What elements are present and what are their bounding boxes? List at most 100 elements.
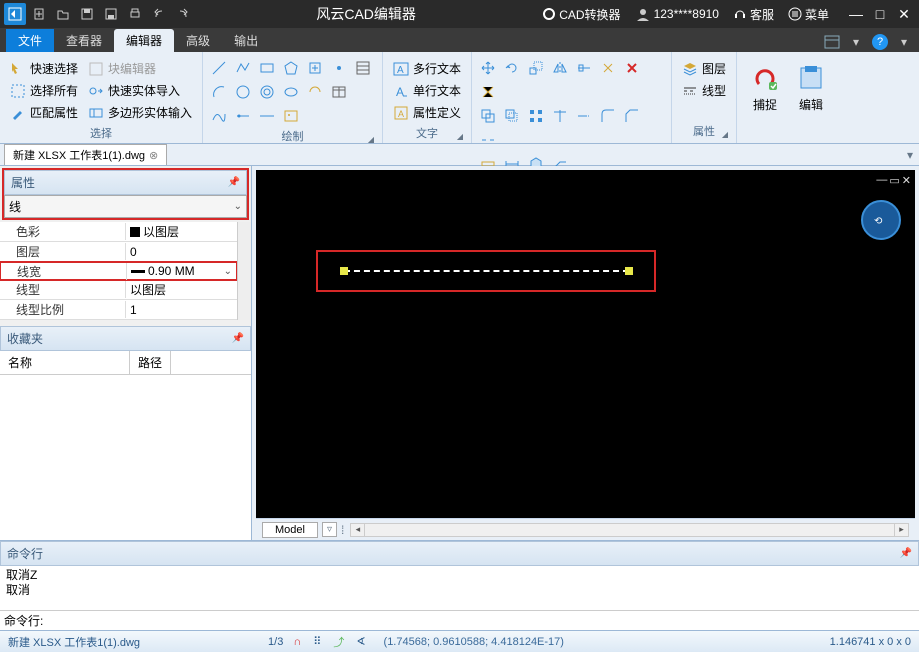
redo-button[interactable]	[172, 3, 194, 25]
pin-icon[interactable]: 📌	[900, 548, 912, 559]
insert-icon[interactable]	[305, 58, 325, 78]
hatch-icon[interactable]	[353, 58, 373, 78]
view-cube[interactable]: ⟲	[861, 200, 901, 240]
pin-icon[interactable]: 📌	[232, 333, 244, 344]
col-path[interactable]: 路径	[130, 351, 171, 374]
drawing-canvas[interactable]: — ▭ ✕ ⟲	[256, 170, 915, 518]
mirror-icon[interactable]	[550, 58, 570, 78]
arc3-icon[interactable]	[305, 82, 325, 102]
menu-button[interactable]: 菜单	[784, 4, 833, 25]
spline-icon[interactable]	[209, 106, 229, 126]
offset-icon[interactable]	[502, 106, 522, 126]
copy-icon[interactable]	[478, 106, 498, 126]
scroll-right-icon[interactable]: ▸	[894, 524, 908, 536]
prop-row-lineweight[interactable]: 线宽 0.90 MM⌄	[0, 261, 238, 281]
snap-button[interactable]: 捕捉	[743, 58, 787, 117]
smash-icon[interactable]	[478, 82, 498, 102]
tab-file[interactable]: 文件	[6, 29, 54, 52]
array-icon[interactable]	[526, 106, 546, 126]
tab-viewer[interactable]: 查看器	[54, 29, 114, 52]
point-icon[interactable]	[329, 58, 349, 78]
quick-select-button[interactable]: 快速选择	[6, 58, 82, 79]
document-tab[interactable]: 新建 XLSX 工作表1(1).dwg ⊗	[4, 144, 167, 165]
chevron-down-icon[interactable]: ⌄	[224, 266, 232, 277]
print-button[interactable]	[124, 3, 146, 25]
maximize-button[interactable]: □	[869, 3, 891, 25]
polyline-icon[interactable]	[233, 58, 253, 78]
canvas-close-icon[interactable]: ✕	[902, 174, 911, 187]
new-button[interactable]	[28, 3, 50, 25]
cad-converter-button[interactable]: CAD转换器	[538, 4, 624, 25]
trim-icon[interactable]	[550, 106, 570, 126]
layout-icon[interactable]	[821, 32, 843, 52]
extend-icon[interactable]	[574, 106, 594, 126]
scroll-left-icon[interactable]: ◂	[351, 524, 365, 536]
layout-dropdown[interactable]: ▿	[322, 522, 337, 537]
fillet-icon[interactable]	[598, 106, 618, 126]
erase-icon[interactable]	[622, 58, 642, 78]
ring-icon[interactable]	[257, 82, 277, 102]
move-icon[interactable]	[478, 58, 498, 78]
multiline-text-button[interactable]: A多行文本	[389, 58, 465, 79]
close-button[interactable]: ✕	[893, 3, 915, 25]
align-icon[interactable]	[574, 58, 594, 78]
document-tab-close[interactable]: ⊗	[149, 149, 158, 162]
line-icon[interactable]	[209, 58, 229, 78]
linetype-button[interactable]: 线型	[678, 80, 730, 101]
rotate-icon[interactable]	[502, 58, 522, 78]
undo-button[interactable]	[148, 3, 170, 25]
saveas-button[interactable]	[100, 3, 122, 25]
prop-row-linetype[interactable]: 线型 以图层	[0, 280, 237, 300]
xline-icon[interactable]	[257, 106, 277, 126]
ellipse-icon[interactable]	[281, 82, 301, 102]
drawn-line[interactable]	[344, 270, 629, 272]
user-account[interactable]: 123****8910	[631, 4, 723, 24]
image-icon[interactable]	[281, 106, 301, 126]
scale-icon[interactable]	[526, 58, 546, 78]
properties-selector[interactable]: 线 ⌄	[4, 195, 247, 218]
circle-icon[interactable]	[233, 82, 253, 102]
help-button[interactable]: ?	[869, 32, 891, 52]
snap-toggle-icon[interactable]: ∩	[291, 636, 303, 648]
open-button[interactable]	[52, 3, 74, 25]
table-icon[interactable]	[329, 82, 349, 102]
canvas-min-icon[interactable]: —	[876, 174, 887, 187]
polar-toggle-icon[interactable]: ∢	[354, 635, 367, 648]
prop-row-color[interactable]: 色彩 以图层	[0, 222, 237, 242]
horizontal-scrollbar[interactable]: ◂ ▸	[350, 523, 909, 537]
layer-button[interactable]: 图层	[678, 58, 730, 79]
minimize-button[interactable]: —	[845, 3, 867, 25]
group-text-expand[interactable]: ◢	[457, 132, 463, 141]
command-input[interactable]	[47, 612, 919, 630]
app-menu-button[interactable]	[4, 3, 26, 25]
break-icon[interactable]	[478, 130, 498, 150]
tab-advanced[interactable]: 高级	[174, 29, 222, 52]
col-name[interactable]: 名称	[0, 351, 130, 374]
polygon-icon[interactable]	[281, 58, 301, 78]
support-button[interactable]: 客服	[729, 4, 778, 25]
chevron-down-icon[interactable]: ⌄	[234, 201, 242, 212]
arc-icon[interactable]	[209, 82, 229, 102]
chamfer-icon[interactable]	[622, 106, 642, 126]
group-draw-expand[interactable]: ◢	[368, 135, 374, 144]
quick-import-button[interactable]: 快速实体导入	[84, 80, 196, 101]
tab-editor[interactable]: 编辑器	[114, 29, 174, 52]
group-props-expand[interactable]: ◢	[722, 130, 728, 139]
poly-input-button[interactable]: 多边形实体输入	[84, 102, 196, 123]
match-props-button[interactable]: 匹配属性	[6, 102, 82, 123]
ray-icon[interactable]	[233, 106, 253, 126]
rect-icon[interactable]	[257, 58, 277, 78]
canvas-max-icon[interactable]: ▭	[889, 174, 899, 187]
prop-row-ltscale[interactable]: 线型比例 1	[0, 300, 237, 320]
props-scrollbar[interactable]	[237, 222, 251, 320]
help-dropdown[interactable]: ▾	[893, 32, 915, 52]
tab-output[interactable]: 输出	[222, 29, 270, 52]
dropdown-icon[interactable]: ▾	[845, 32, 867, 52]
grid-toggle-icon[interactable]: ⠿	[311, 635, 323, 648]
edit-button[interactable]: 编辑	[789, 58, 833, 117]
pin-icon[interactable]: 📌	[228, 177, 240, 188]
model-tab[interactable]: Model	[262, 522, 318, 538]
ortho-toggle-icon[interactable]: ⤴	[331, 634, 346, 650]
block-editor-button[interactable]: 块编辑器	[84, 58, 196, 79]
select-all-button[interactable]: 选择所有	[6, 80, 82, 101]
